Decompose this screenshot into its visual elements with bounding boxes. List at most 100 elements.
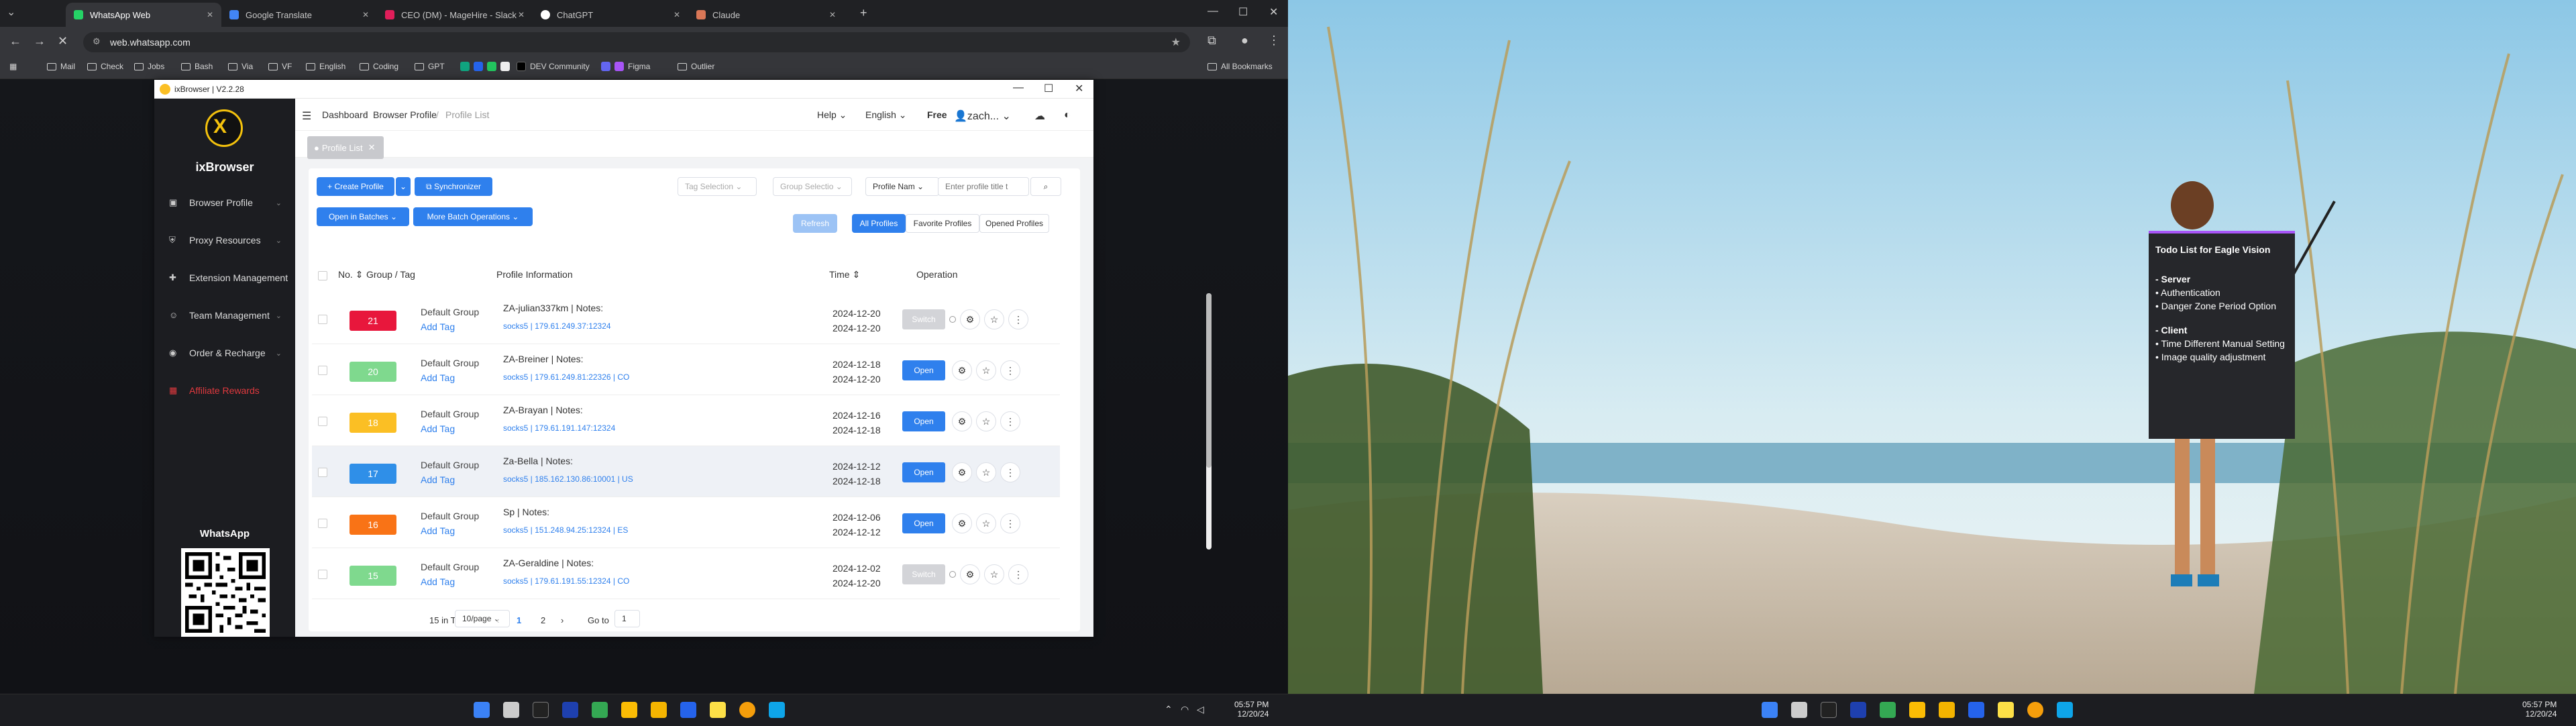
ixbrowser-taskbar-icon[interactable] — [739, 702, 755, 718]
open-button[interactable]: Open — [902, 360, 945, 380]
search-button[interactable]: ⌕ — [1030, 177, 1061, 196]
table-row[interactable]: 18 Default Group Add Tag ZA-Brayan | Notes:… — [312, 395, 1060, 446]
tag-selection-select[interactable]: Tag Selection ⌄ — [678, 177, 757, 196]
tab-chatgpt[interactable]: ChatGPT ✕ — [533, 3, 688, 27]
add-tag-link[interactable]: Add Tag — [421, 525, 455, 536]
settings-gear-icon[interactable]: ⚙ — [960, 564, 980, 584]
tray-chevron-icon[interactable]: ⌃ — [1165, 704, 1173, 715]
more-kebab-icon[interactable]: ⋮ — [1000, 411, 1020, 431]
bookmark-dev-community[interactable]: DEV Community — [517, 62, 590, 71]
vscode-icon[interactable] — [1968, 702, 1984, 718]
table-row[interactable]: 17 Default Group Add Tag Za-Bella | Notes: s… — [312, 446, 1060, 497]
breadcrumb-dashboard[interactable]: Dashboard — [322, 109, 368, 120]
new-tab-icon[interactable]: + — [860, 6, 867, 20]
select-all-checkbox[interactable] — [318, 271, 327, 280]
forward-icon[interactable]: → — [34, 34, 46, 48]
start-icon[interactable] — [1762, 702, 1778, 718]
bookmark-figma[interactable]: Figma — [601, 62, 650, 71]
profile-avatar-icon[interactable]: ● — [1241, 34, 1248, 48]
tab-claude[interactable]: Claude ✕ — [688, 3, 844, 27]
bookmark-star-icon[interactable]: ★ — [1171, 36, 1181, 49]
collapse-menu-icon[interactable]: ☰ — [302, 109, 311, 123]
row-checkbox[interactable] — [318, 468, 327, 477]
settings-gear-icon[interactable]: ⚙ — [952, 462, 972, 482]
sticky-notes-icon[interactable] — [1998, 702, 2014, 718]
bookmark-jobs[interactable]: Jobs — [134, 62, 164, 71]
tab-slack[interactable]: CEO (DM) - MageHire - Slack ✕ — [377, 3, 533, 27]
theme-toggle-icon[interactable]: ◐ — [1064, 109, 1071, 121]
more-kebab-icon[interactable]: ⋮ — [1000, 360, 1020, 380]
bookmark-coding[interactable]: Coding — [360, 62, 398, 71]
page-size-select[interactable]: 10/page ⌄ — [455, 610, 510, 627]
profile-list-tag[interactable]: ● Profile List ✕ — [307, 136, 384, 159]
sidebar-item-team-management[interactable]: ☺ Team Management ⌄ — [154, 305, 295, 325]
page-1[interactable]: 1 — [517, 615, 521, 625]
site-info-icon[interactable]: ⚙ — [93, 36, 101, 47]
profile-proxy[interactable]: socks5 | 179.61.191.147:12324 — [503, 423, 615, 433]
tab-search-icon[interactable]: ⌄ — [7, 5, 15, 19]
bookmark-check[interactable]: Check — [87, 62, 123, 71]
wifi-icon[interactable]: ◠ — [1181, 704, 1189, 715]
address-bar[interactable]: ⚙ web.whatsapp.com ★ — [83, 32, 1190, 52]
row-checkbox[interactable] — [318, 519, 327, 528]
profile-proxy[interactable]: socks5 | 179.61.191.55:12324 | CO — [503, 576, 629, 586]
settings-gear-icon[interactable]: ⚙ — [952, 360, 972, 380]
next-page-icon[interactable]: › — [561, 615, 564, 625]
app-icon[interactable] — [562, 702, 578, 718]
refresh-button[interactable]: Refresh — [793, 214, 837, 233]
extensions-icon[interactable]: ⧉ — [1208, 34, 1216, 48]
tab-google-translate[interactable]: Google Translate ✕ — [221, 3, 377, 27]
more-kebab-icon[interactable]: ⋮ — [1008, 564, 1028, 584]
stop-icon[interactable]: ✕ — [58, 34, 68, 48]
add-tag-link[interactable]: Add Tag — [421, 576, 455, 587]
open-button[interactable]: Open — [902, 462, 945, 482]
minimize-icon[interactable]: — — [1208, 5, 1218, 17]
start-icon[interactable] — [474, 702, 490, 718]
profile-proxy[interactable]: socks5 | 151.248.94.25:12324 | ES — [503, 525, 628, 535]
close-tab-icon[interactable]: ✕ — [362, 10, 369, 19]
more-kebab-icon[interactable]: ⋮ — [1008, 309, 1028, 329]
taskview-icon[interactable] — [503, 702, 519, 718]
add-tag-link[interactable]: Add Tag — [421, 372, 455, 383]
breadcrumb-browser-profile[interactable]: Browser Profile — [373, 109, 437, 120]
create-profile-dropdown-icon[interactable]: ⌄ — [396, 177, 411, 196]
row-checkbox[interactable] — [318, 315, 327, 324]
file-explorer-icon[interactable] — [651, 702, 667, 718]
settings-gear-icon[interactable]: ⚙ — [952, 513, 972, 533]
bookmark-icons-group[interactable] — [460, 62, 514, 71]
favorite-star-icon[interactable]: ☆ — [976, 411, 996, 431]
table-scrollbar[interactable] — [1206, 293, 1212, 550]
search-field-select[interactable]: Profile Nam ⌄ — [865, 177, 939, 196]
sidebar-item-order-recharge[interactable]: ◉ Order & Recharge ⌄ — [154, 343, 295, 363]
row-checkbox[interactable] — [318, 417, 327, 426]
settings-gear-icon[interactable]: ⚙ — [960, 309, 980, 329]
plan-badge[interactable]: Free — [927, 109, 947, 120]
favorite-star-icon[interactable]: ☆ — [984, 564, 1004, 584]
bookmark-mail[interactable]: Mail — [47, 62, 75, 71]
filter-favorite-profiles[interactable]: Favorite Profiles — [906, 214, 979, 233]
settings-gear-icon[interactable]: ⚙ — [952, 411, 972, 431]
ixbrowser-taskbar-icon[interactable] — [2027, 702, 2043, 718]
file-explorer-icon[interactable] — [1939, 702, 1955, 718]
cloud-download-icon[interactable]: ☁ — [1034, 109, 1045, 123]
close-tab-icon[interactable]: ✕ — [829, 10, 836, 19]
bookmark-english[interactable]: English — [306, 62, 345, 71]
chrome-alt-icon[interactable] — [1909, 702, 1925, 718]
open-button[interactable]: Open — [902, 513, 945, 533]
goto-page-input[interactable]: 1 — [614, 610, 640, 627]
bookmark-via[interactable]: Via — [228, 62, 253, 71]
menu-kebab-icon[interactable]: ⋮ — [1268, 34, 1280, 48]
add-tag-link[interactable]: Add Tag — [421, 474, 455, 485]
close-icon[interactable]: ✕ — [1269, 5, 1278, 19]
group-selection-select[interactable]: Group Selectio ⌄ — [773, 177, 852, 196]
table-scrollbar-thumb[interactable] — [1206, 293, 1212, 468]
create-profile-button[interactable]: + Create Profile — [317, 177, 394, 196]
back-icon[interactable]: ← — [9, 34, 21, 48]
favorite-star-icon[interactable]: ☆ — [976, 360, 996, 380]
terminal-icon[interactable] — [1821, 702, 1837, 718]
row-checkbox[interactable] — [318, 366, 327, 375]
table-row[interactable]: 16 Default Group Add Tag Sp | Notes: socks5 … — [312, 497, 1060, 548]
chrome-icon[interactable] — [1880, 702, 1896, 718]
synchronizer-button[interactable]: ⧉ Synchronizer — [415, 177, 492, 196]
volume-icon[interactable]: ◁ — [1197, 704, 1204, 715]
